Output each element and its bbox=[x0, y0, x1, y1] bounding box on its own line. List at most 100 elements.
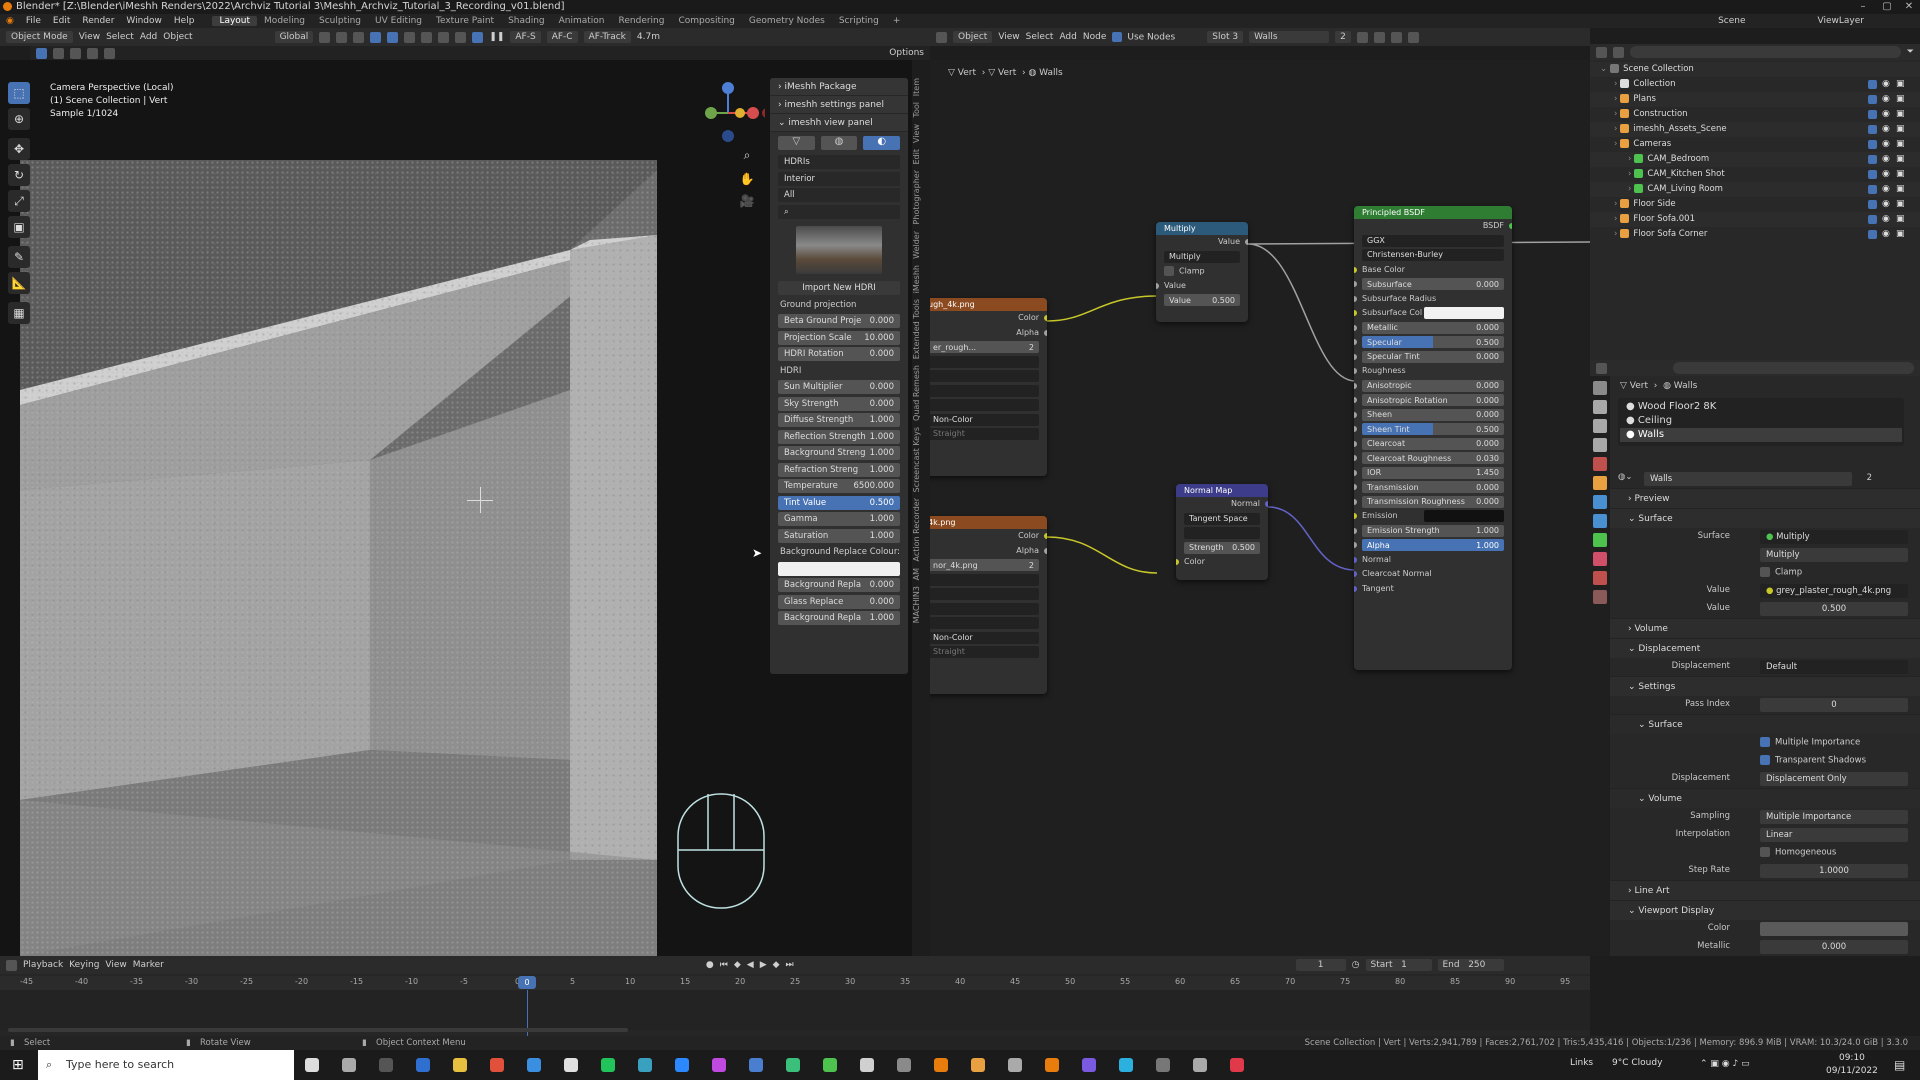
volume-section[interactable]: › Volume bbox=[1610, 618, 1920, 638]
camera-render-icon[interactable]: ▣ bbox=[1896, 80, 1905, 89]
uv-map-field[interactable] bbox=[1184, 527, 1260, 539]
exclude-checkbox[interactable] bbox=[1868, 110, 1877, 119]
slot-dropdown[interactable]: Slot 3 bbox=[1207, 31, 1244, 43]
outliner-row[interactable]: › Collection ◉ ▣ bbox=[1590, 77, 1920, 92]
slider-field[interactable]: Beta Ground Proje 0.000 bbox=[778, 314, 900, 328]
socket-icon[interactable] bbox=[1509, 223, 1512, 229]
socket-icon[interactable] bbox=[1354, 324, 1357, 331]
exclude-checkbox[interactable] bbox=[1868, 125, 1877, 134]
minimize-icon[interactable]: – bbox=[1852, 0, 1874, 14]
displacement-section[interactable]: ⌄ Displacement bbox=[1610, 638, 1920, 658]
socket-icon[interactable] bbox=[1354, 440, 1357, 447]
taskbar-app-icon[interactable] bbox=[490, 1058, 504, 1072]
clamp-checkbox[interactable]: Clamp bbox=[1164, 266, 1205, 276]
node-menu-view[interactable]: View bbox=[998, 32, 1019, 42]
extension-dropdown[interactable] bbox=[930, 384, 1039, 397]
tool-cursor[interactable]: ⊕ bbox=[8, 108, 30, 130]
space-dropdown[interactable]: Tangent Space bbox=[1184, 512, 1260, 525]
surface-section[interactable]: ⌄ Surface bbox=[1610, 508, 1920, 528]
object-mode-dropdown[interactable]: Object Mode bbox=[6, 31, 73, 43]
input-field[interactable]: Subsurface 0.000 bbox=[1362, 278, 1504, 290]
socket-icon[interactable] bbox=[1354, 382, 1357, 389]
properties-search-input[interactable] bbox=[1673, 362, 1914, 374]
filter-icon[interactable]: ⏷ bbox=[1907, 47, 1914, 57]
camera-render-icon[interactable]: ▣ bbox=[1896, 125, 1905, 134]
socket-icon[interactable] bbox=[1354, 411, 1357, 418]
eye-icon[interactable]: ◉ bbox=[1882, 215, 1891, 224]
display-mode-icon[interactable] bbox=[1613, 46, 1624, 58]
taskbar-app-icon[interactable] bbox=[860, 1058, 874, 1072]
select-invert-icon[interactable] bbox=[87, 47, 98, 59]
sidebar-tab[interactable]: AM bbox=[912, 568, 926, 580]
scene-selector[interactable]: Scene bbox=[1712, 16, 1751, 26]
tab-modeling[interactable]: Modeling bbox=[257, 16, 312, 26]
expand-icon[interactable]: › bbox=[1614, 229, 1617, 239]
panel-header-view[interactable]: ⌄ imeshh view panel bbox=[770, 114, 908, 132]
expand-icon[interactable]: ⌄ bbox=[1600, 64, 1607, 74]
socket-icon[interactable] bbox=[1354, 542, 1357, 548]
pause-icon[interactable]: ❚❚ bbox=[489, 32, 504, 42]
slider-field[interactable]: Background Repla 1.000 bbox=[778, 611, 900, 625]
input-field[interactable]: Anisotropic Rotation 0.000 bbox=[1362, 394, 1504, 406]
taskbar-app-icon[interactable] bbox=[1119, 1058, 1133, 1072]
sidebar-tab[interactable]: Action Recorder bbox=[912, 498, 926, 561]
camera-render-icon[interactable]: ▣ bbox=[1896, 155, 1905, 164]
slider-field[interactable]: Temperature 6500.000 bbox=[778, 479, 900, 493]
taskbar-app-icon[interactable] bbox=[934, 1058, 948, 1072]
record-icon[interactable]: ● bbox=[706, 960, 714, 970]
input-field[interactable]: Emission Strength 1.000 bbox=[1362, 524, 1504, 537]
unlink-material-icon[interactable] bbox=[1390, 31, 1402, 43]
properties-tab-icon[interactable] bbox=[1593, 552, 1607, 566]
tab-sculpting[interactable]: Sculpting bbox=[312, 16, 368, 26]
sidebar-tab[interactable]: Extended Tools bbox=[912, 299, 926, 359]
source-dropdown[interactable] bbox=[930, 617, 1039, 629]
slot-wood-floor[interactable]: ● Wood Floor2 8K bbox=[1620, 400, 1902, 414]
input-field[interactable]: Anisotropic 0.000 bbox=[1362, 379, 1504, 392]
menu-help[interactable]: Help bbox=[168, 16, 201, 26]
select-subtract-icon[interactable] bbox=[70, 47, 81, 59]
xray-icon[interactable] bbox=[404, 31, 416, 43]
slider-field[interactable]: Tint Value 0.500 bbox=[778, 495, 900, 510]
viewport-menu-select[interactable]: Select bbox=[106, 32, 134, 42]
timeline-editor-icon[interactable] bbox=[6, 959, 17, 971]
socket-icon[interactable] bbox=[1354, 310, 1357, 316]
exclude-checkbox[interactable] bbox=[1868, 95, 1877, 104]
slot-walls[interactable]: ● Walls bbox=[1620, 428, 1902, 442]
maximize-icon[interactable]: ▢ bbox=[1876, 0, 1898, 14]
outliner-row[interactable]: › imeshh_Assets_Scene ◉ ▣ bbox=[1590, 122, 1920, 137]
links-toolbar[interactable]: Links bbox=[1570, 1058, 1593, 1068]
close-icon[interactable]: ✕ bbox=[1898, 0, 1920, 14]
users-count[interactable]: 2 bbox=[1867, 473, 1872, 483]
sidebar-tab[interactable]: MACHIN3 bbox=[912, 586, 926, 623]
extension-dropdown[interactable] bbox=[930, 602, 1039, 615]
input-field[interactable]: Sheen Tint 0.500 bbox=[1362, 423, 1504, 435]
tab-shading[interactable]: Shading bbox=[501, 16, 552, 26]
value-input-link[interactable]: ● grey_plaster_rough_4k.png bbox=[1760, 584, 1908, 598]
shading-solid-icon[interactable] bbox=[438, 31, 450, 43]
snap-icon[interactable] bbox=[336, 31, 348, 43]
step-rate-field[interactable]: 1.0000 bbox=[1760, 864, 1908, 878]
interp-dropdown[interactable] bbox=[930, 355, 1039, 368]
overlay-toggle-icon[interactable] bbox=[387, 31, 399, 43]
expand-icon[interactable]: › bbox=[1614, 109, 1617, 119]
zoom-icon[interactable]: ⌕ bbox=[738, 146, 756, 164]
expand-icon[interactable]: › bbox=[1628, 184, 1631, 194]
start-frame-field[interactable]: Start 1 bbox=[1365, 959, 1432, 971]
color-swatch[interactable] bbox=[1424, 510, 1504, 522]
taskbar-app-icon[interactable] bbox=[638, 1058, 652, 1072]
settings-section[interactable]: ⌄ Settings bbox=[1610, 676, 1920, 696]
settings-surface-subsection[interactable]: ⌄ Surface bbox=[1610, 714, 1920, 734]
interpolation-dropdown[interactable]: Linear bbox=[1760, 828, 1908, 842]
node-menu-add[interactable]: Add bbox=[1059, 32, 1076, 42]
exclude-checkbox[interactable] bbox=[1868, 185, 1877, 194]
taskbar-app-icon[interactable] bbox=[527, 1058, 541, 1072]
socket-icon[interactable] bbox=[1354, 585, 1357, 592]
tool-select[interactable]: ⬚ bbox=[8, 82, 30, 104]
duplicate-material-icon[interactable] bbox=[1373, 31, 1385, 43]
filter-dropdown[interactable]: All bbox=[778, 188, 900, 202]
outliner-row[interactable]: › CAM_Bedroom ◉ ▣ bbox=[1590, 152, 1920, 167]
properties-tab-icon[interactable] bbox=[1593, 476, 1607, 490]
projection-dropdown[interactable] bbox=[930, 370, 1039, 382]
surface-shader-field[interactable]: ● Multiply bbox=[1760, 530, 1908, 544]
socket-icon[interactable] bbox=[1354, 455, 1357, 461]
